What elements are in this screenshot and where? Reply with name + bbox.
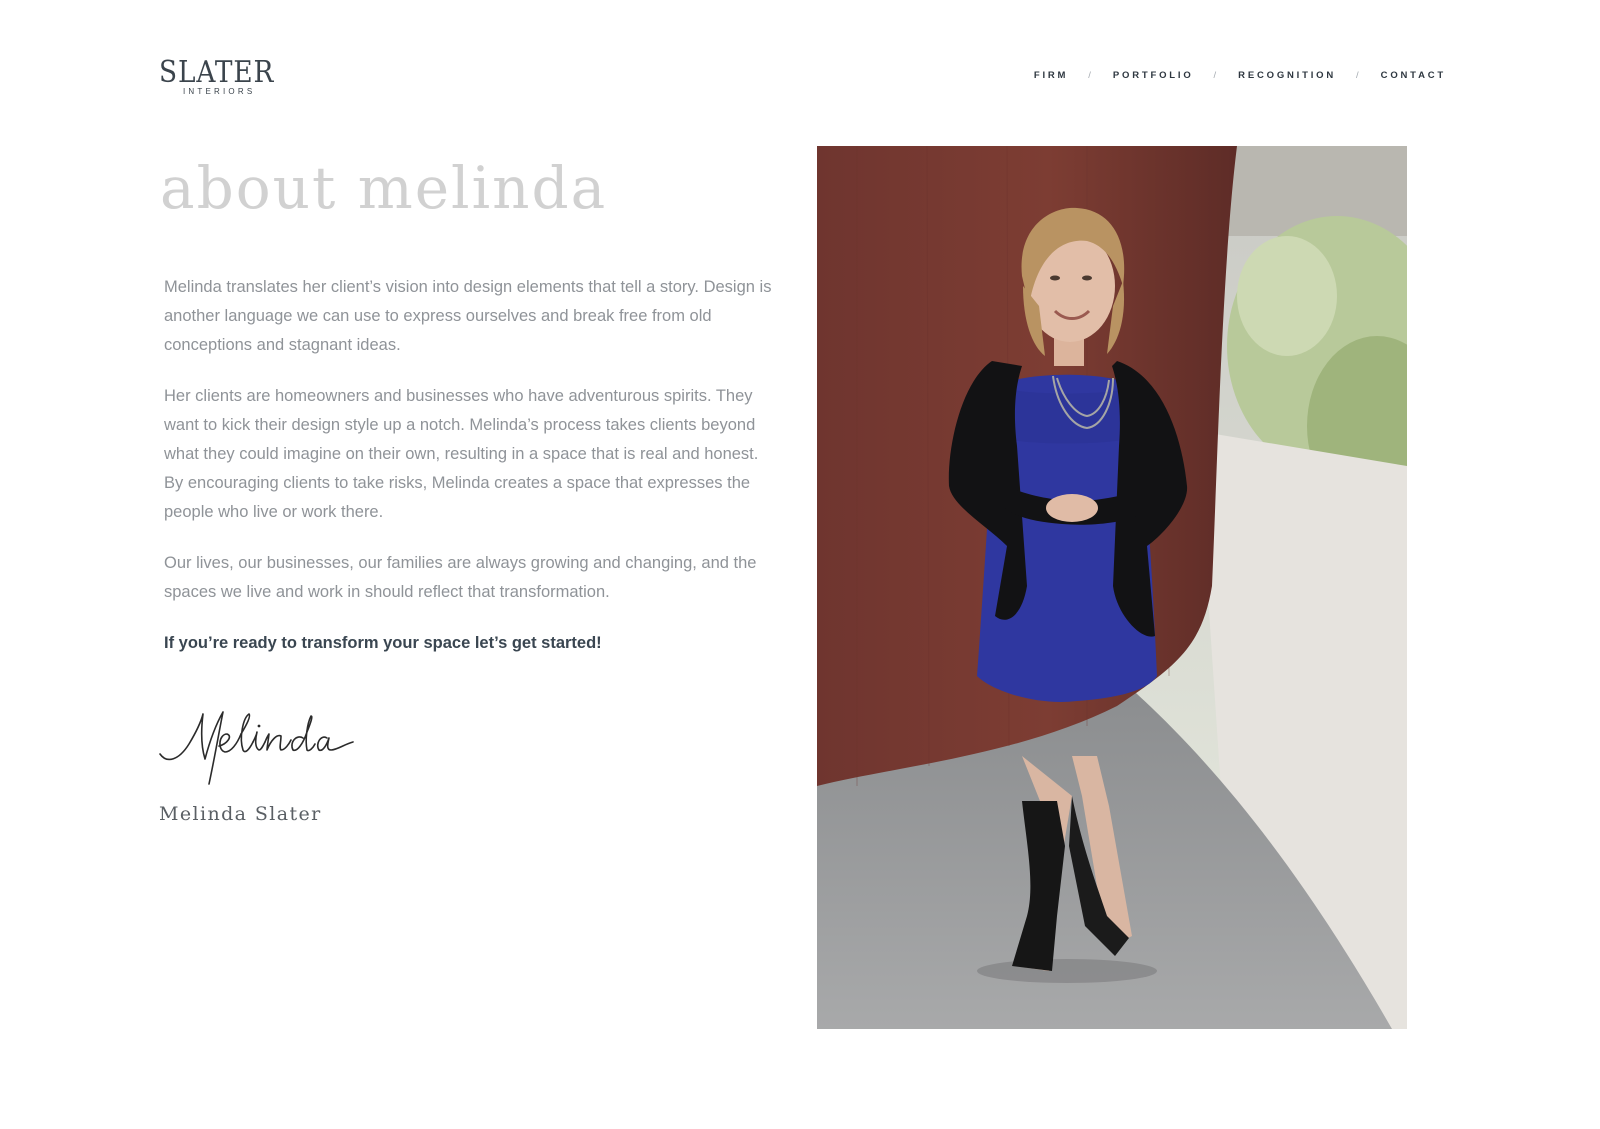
about-copy: Melinda translates her client’s vision i… bbox=[164, 273, 779, 680]
logo-wordmark: SLATER bbox=[159, 55, 275, 90]
nav-separator: / bbox=[1213, 70, 1217, 81]
about-paragraph-3: Our lives, our businesses, our families … bbox=[164, 554, 757, 601]
nav-separator: / bbox=[1088, 70, 1091, 81]
page-title: about melinda bbox=[160, 154, 608, 222]
nav-item-firm[interactable]: FIRM bbox=[1034, 70, 1068, 81]
nav-item-recognition[interactable]: RECOGNITION bbox=[1238, 70, 1336, 81]
call-to-action: If you’re ready to transform your space … bbox=[164, 634, 602, 652]
signature-image bbox=[159, 711, 354, 785]
about-paragraph-2: Her clients are homeowners and businesse… bbox=[164, 387, 759, 521]
nav-item-contact[interactable]: CONTACT bbox=[1381, 70, 1446, 81]
portrait-photo bbox=[817, 146, 1407, 1029]
signature-name: Melinda Slater bbox=[159, 803, 322, 825]
about-paragraph-1: Melinda translates her client’s vision i… bbox=[164, 278, 772, 354]
nav-item-portfolio[interactable]: PORTFOLIO bbox=[1113, 70, 1194, 81]
main-nav: FIRM / PORTFOLIO / RECOGNITION / CONTACT bbox=[1034, 70, 1446, 81]
logo-tagline: INTERIORS bbox=[183, 87, 256, 96]
nav-separator: / bbox=[1356, 70, 1359, 81]
logo-link[interactable]: SLATER INTERIORS bbox=[159, 55, 275, 98]
